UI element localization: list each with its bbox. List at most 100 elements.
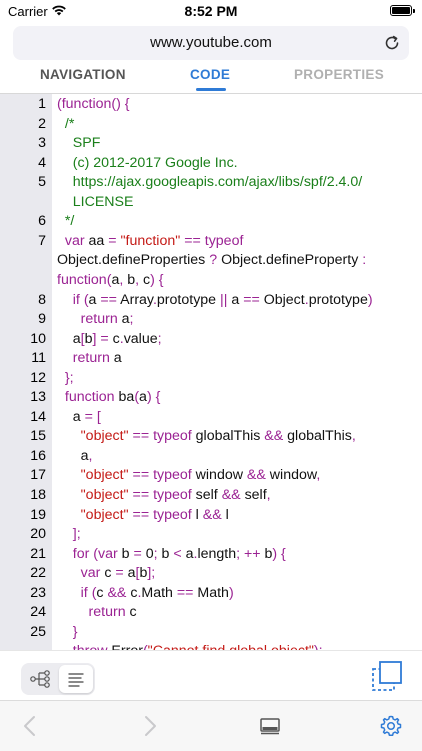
code-line: 18 "object" == typeof self && self, xyxy=(0,485,422,505)
code-text: https://ajax.googleapis.com/ajax/libs/sp… xyxy=(57,172,362,192)
back-button[interactable] xyxy=(22,715,38,742)
code-text: function(a, b, c) { xyxy=(57,270,164,290)
code-token: ; xyxy=(129,311,134,328)
code-token: , xyxy=(316,467,321,484)
code-token: == xyxy=(128,487,154,503)
code-text: /* xyxy=(57,114,74,134)
line-number: 13 xyxy=(30,389,46,406)
settings-button[interactable] xyxy=(379,714,403,743)
address-bar[interactable]: www.youtube.com xyxy=(13,26,409,60)
code-token: a xyxy=(57,330,81,347)
code-token: "object" xyxy=(57,487,129,503)
code-line: 20 ]; xyxy=(0,524,422,544)
code-line: 4 (c) 2012-2017 Google Inc. xyxy=(0,153,422,173)
code-token: if xyxy=(57,291,84,308)
reload-icon[interactable] xyxy=(383,34,401,52)
line-number: 15 xyxy=(30,428,46,445)
code-token: == xyxy=(243,291,264,308)
code-text: LICENSE xyxy=(57,192,134,212)
code-token: = xyxy=(133,545,146,562)
list-view-button[interactable] xyxy=(59,665,93,693)
code-text: if (c && c.Math == Math) xyxy=(57,583,234,603)
code-token: c xyxy=(112,330,120,347)
code-token: ]; xyxy=(57,526,81,543)
code-line: 16 a, xyxy=(0,446,422,466)
code-line: 13 function ba(a) { xyxy=(0,387,422,407)
line-number: 25 xyxy=(30,623,46,640)
code-token: for xyxy=(57,545,94,562)
code-token: a xyxy=(231,291,244,308)
code-text: throw Error("Cannot find global object")… xyxy=(57,641,323,650)
code-token: c xyxy=(104,565,116,582)
code-text: return a xyxy=(57,348,122,368)
code-line: 1 (function() { xyxy=(0,94,422,114)
code-token: a xyxy=(88,291,101,308)
code-text: return a; xyxy=(57,309,134,329)
line-number: 14 xyxy=(30,408,46,425)
tab-navigation[interactable]: NAVIGATION xyxy=(40,67,126,82)
expand-button[interactable] xyxy=(371,660,403,692)
code-token: Error xyxy=(111,643,143,650)
display-button[interactable] xyxy=(259,717,281,740)
tab-code[interactable]: CODE xyxy=(190,67,230,82)
code-token: ] = xyxy=(92,330,113,347)
line-number: 24 xyxy=(30,604,46,621)
code-token: && xyxy=(202,506,226,523)
code-text: Object.defineProperties ? Object.defineP… xyxy=(57,250,366,270)
line-number: 8 xyxy=(38,291,46,308)
code-viewer[interactable]: 1 (function() {2 /* 3 SPF 4 (c) 2012-2017 G… xyxy=(0,94,422,650)
code-token: throw xyxy=(57,643,111,650)
code-text: a = [ xyxy=(57,407,101,427)
code-token: && xyxy=(246,467,270,484)
list-view-icon xyxy=(68,673,84,687)
code-token: Math xyxy=(141,584,177,601)
code-text: if (a == Array.prototype || a == Object.… xyxy=(57,290,373,310)
code-token: a xyxy=(121,311,130,328)
code-token: (c) 2012-2017 Google Inc. xyxy=(57,154,238,171)
code-token: b xyxy=(121,545,134,562)
code-line: LICENSE xyxy=(0,192,422,212)
code-token: , xyxy=(88,447,93,464)
code-token: LICENSE xyxy=(57,193,134,210)
code-token: typeof xyxy=(153,428,196,445)
tab-properties[interactable]: PROPERTIES xyxy=(294,67,384,82)
code-line: 7 var aa = "function" == typeof xyxy=(0,231,422,251)
line-number: 1 xyxy=(38,96,46,112)
code-text: } xyxy=(57,622,78,642)
code-text: ]; xyxy=(57,524,81,544)
code-line: 19 "object" == typeof l && l xyxy=(0,505,422,525)
code-token: ) { xyxy=(146,389,161,406)
line-number: 7 xyxy=(38,232,46,249)
code-line: throw Error("Cannot find global object")… xyxy=(0,641,422,650)
code-token: ) xyxy=(228,584,234,601)
code-token: value xyxy=(123,330,158,347)
code-token: return xyxy=(57,311,122,328)
code-text: return c xyxy=(57,602,137,622)
code-line: 9 return a; xyxy=(0,309,422,329)
code-line: 25 } xyxy=(0,622,422,642)
code-token: , xyxy=(266,487,271,503)
code-token: l xyxy=(225,506,229,523)
code-token: a xyxy=(139,389,147,406)
code-token: prototype xyxy=(156,291,221,308)
code-line: 12 }; xyxy=(0,368,422,388)
code-line: 6 */ xyxy=(0,211,422,231)
forward-button[interactable] xyxy=(142,715,158,742)
bottom-toolbar xyxy=(0,700,422,751)
url-text[interactable]: www.youtube.com xyxy=(13,34,409,51)
code-token: ; xyxy=(153,545,162,562)
tab-bar: NAVIGATION CODE PROPERTIES xyxy=(0,62,422,94)
code-text: (function() { xyxy=(57,94,130,114)
code-token: return xyxy=(57,350,114,367)
selected-tab-indicator xyxy=(196,88,226,91)
code-token: a xyxy=(57,408,85,425)
line-number: 20 xyxy=(30,526,46,543)
display-icon xyxy=(260,718,280,735)
line-number: 21 xyxy=(30,545,46,562)
line-number: 4 xyxy=(38,154,46,171)
code-line: 14 a = [ xyxy=(0,407,422,427)
tree-view-button[interactable] xyxy=(23,665,57,693)
code-token: "function" xyxy=(120,232,181,249)
code-text: "object" == typeof self && self, xyxy=(57,485,271,505)
code-token: function xyxy=(57,271,107,288)
